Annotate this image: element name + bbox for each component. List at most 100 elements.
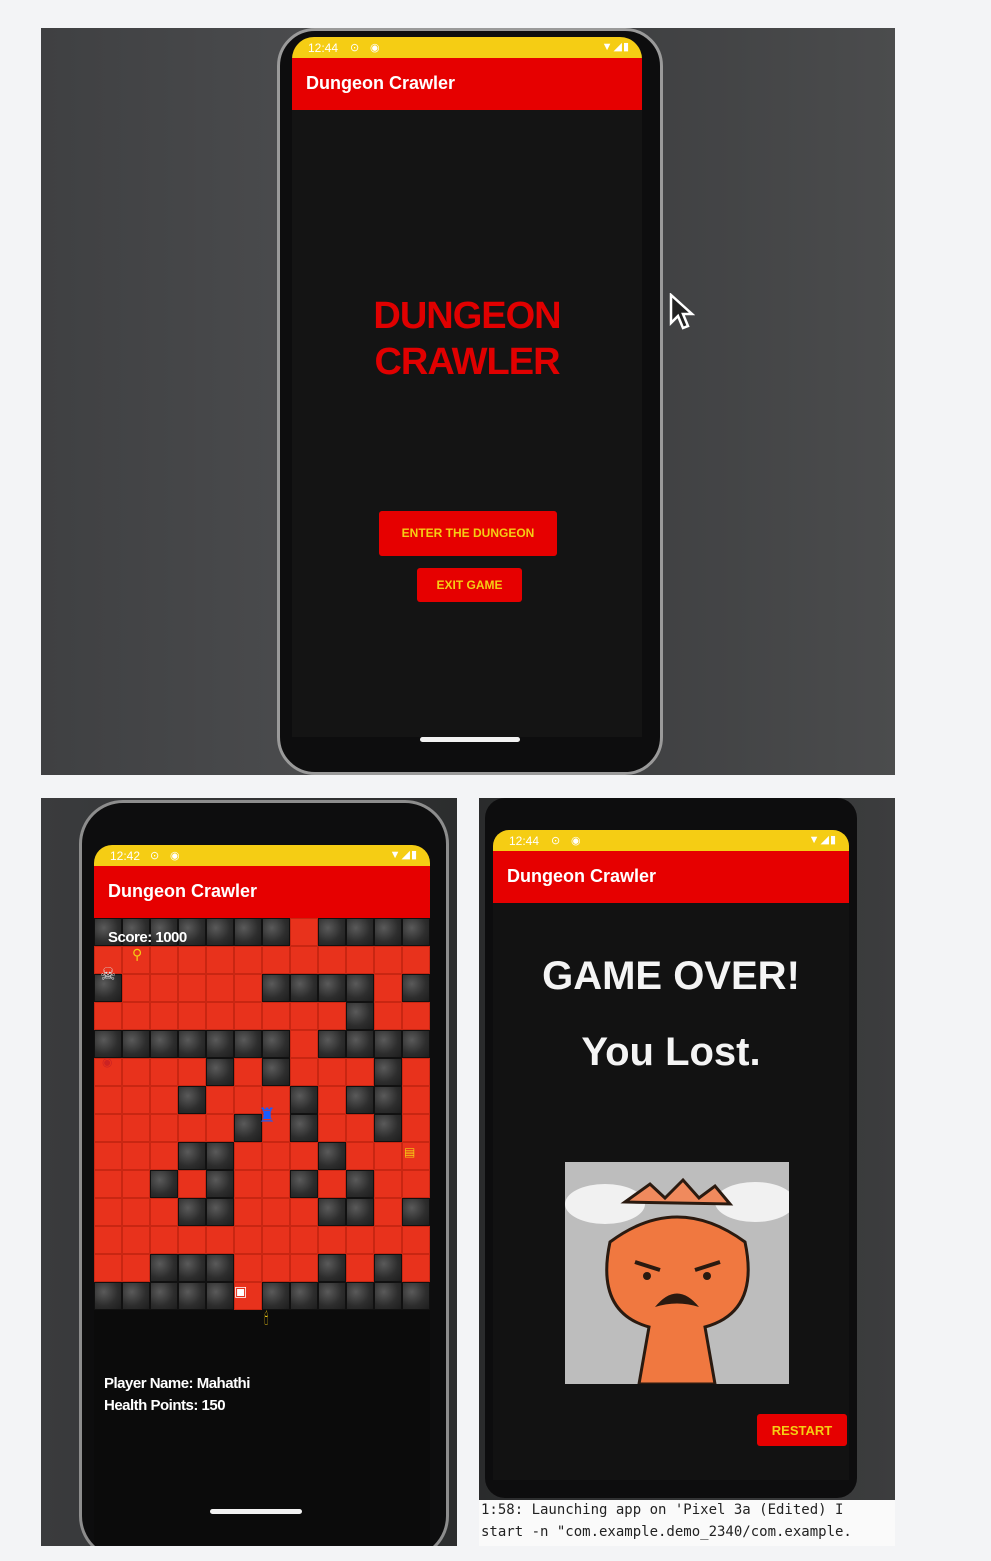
floor-tile <box>150 1086 178 1114</box>
wall-tile <box>346 1002 374 1030</box>
status-icons: ▼◢▮ <box>601 41 630 53</box>
floor-tile <box>122 1142 150 1170</box>
floor-tile <box>290 1030 318 1058</box>
floor-tile <box>94 1170 122 1198</box>
restart-button[interactable]: RESTART <box>757 1414 847 1446</box>
floor-tile <box>206 974 234 1002</box>
floor-tile <box>122 974 150 1002</box>
floor-tile <box>346 1114 374 1142</box>
floor-tile <box>206 1114 234 1142</box>
wall-tile <box>402 1030 430 1058</box>
floor-tile <box>346 1142 374 1170</box>
phone-screen: 12:44 ⊙ ◉ ▼◢▮ Dungeon Crawler DUNGEON CR… <box>292 37 642 737</box>
exit-game-button[interactable]: EXIT GAME <box>417 568 522 602</box>
floor-tile <box>122 1254 150 1282</box>
log-line: start -n "com.example.demo_2340/com.exam… <box>481 1524 852 1540</box>
floor-tile <box>178 974 206 1002</box>
status-time: 12:44 <box>308 41 339 55</box>
app-bar: Dungeon Crawler <box>292 58 642 110</box>
floor-tile <box>206 946 234 974</box>
wall-tile <box>346 918 374 946</box>
floor-tile <box>262 1002 290 1030</box>
wall-tile <box>346 1198 374 1226</box>
chest-icon: ▤ <box>404 1145 416 1159</box>
floor-tile <box>402 946 430 974</box>
wall-tile <box>374 1114 402 1142</box>
start-screen-photo: 12:44 ⊙ ◉ ▼◢▮ Dungeon Crawler DUNGEON CR… <box>41 28 895 775</box>
floor-tile <box>178 1002 206 1030</box>
floor-tile <box>122 1198 150 1226</box>
floor-tile <box>290 918 318 946</box>
sync-icon: ⊙ <box>350 42 360 54</box>
wall-tile <box>346 1086 374 1114</box>
floor-tile <box>290 1058 318 1086</box>
floor-tile <box>402 1114 430 1142</box>
wall-tile <box>178 1198 206 1226</box>
floor-tile <box>234 946 262 974</box>
floor-tile <box>150 946 178 974</box>
wall-tile <box>206 1058 234 1086</box>
home-indicator[interactable] <box>210 1509 302 1514</box>
floor-tile <box>290 946 318 974</box>
phone-device: 12:44 ⊙ ◉ ▼◢▮ Dungeon Crawler GAME OVER!… <box>485 798 857 1498</box>
floor-tile <box>402 1226 430 1254</box>
enter-dungeon-button[interactable]: ENTER THE DUNGEON <box>379 511 557 556</box>
floor-tile <box>94 1002 122 1030</box>
floor-tile <box>234 1254 262 1282</box>
floor-tile <box>402 1170 430 1198</box>
floor-tile <box>122 1170 150 1198</box>
floor-tile <box>150 1058 178 1086</box>
wall-tile <box>318 1030 346 1058</box>
floor-tile <box>374 1198 402 1226</box>
floor-tile <box>234 1142 262 1170</box>
app-title: Dungeon Crawler <box>507 866 657 886</box>
wall-tile <box>346 1170 374 1198</box>
wall-tile <box>374 1282 402 1310</box>
floor-tile <box>318 1002 346 1030</box>
wall-tile <box>262 918 290 946</box>
wall-tile <box>402 974 430 1002</box>
wall-tile <box>206 1142 234 1170</box>
floor-tile <box>234 1058 262 1086</box>
phone-screen: 12:42 ⊙ ◉ ▼◢▮ Dungeon Crawler Score: 100… <box>94 845 430 1545</box>
home-indicator[interactable] <box>420 737 520 742</box>
floor-tile <box>178 1226 206 1254</box>
wall-tile <box>206 1282 234 1310</box>
wall-tile <box>150 1170 178 1198</box>
floor-tile <box>318 1226 346 1254</box>
floor-tile <box>402 1086 430 1114</box>
wall-tile <box>178 1282 206 1310</box>
floor-tile <box>234 974 262 1002</box>
floor-tile <box>346 1254 374 1282</box>
angry-character-image <box>565 1162 795 1386</box>
floor-tile <box>150 1114 178 1142</box>
key-icon: ⚲ <box>132 946 143 962</box>
wall-tile <box>374 918 402 946</box>
floor-tile <box>318 1114 346 1142</box>
wall-tile <box>206 1170 234 1198</box>
floor-tile <box>374 1142 402 1170</box>
floor-tile <box>94 1142 122 1170</box>
wall-tile <box>402 1282 430 1310</box>
circle-icon: ◉ <box>170 850 180 862</box>
wall-tile <box>346 1030 374 1058</box>
sync-icon: ⊙ <box>551 835 561 847</box>
status-bar: 12:44 ⊙ ◉ ▼◢▮ <box>493 830 849 851</box>
wall-tile <box>318 1254 346 1282</box>
floor-tile <box>150 1002 178 1030</box>
floor-tile <box>290 1142 318 1170</box>
wall-tile <box>374 1254 402 1282</box>
wall-tile <box>374 1086 402 1114</box>
mouse-cursor-icon <box>669 293 695 330</box>
floor-tile <box>346 1058 374 1086</box>
wall-tile <box>346 974 374 1002</box>
floor-tile <box>234 1170 262 1198</box>
floor-tile <box>234 1226 262 1254</box>
exit-door-icon: ▣ <box>234 1283 248 1299</box>
headline-line2: CRAWLER <box>374 341 560 383</box>
floor-tile <box>178 1170 206 1198</box>
wall-tile <box>318 1142 346 1170</box>
floor-tile <box>150 1142 178 1170</box>
wall-tile <box>206 1030 234 1058</box>
app-bar: Dungeon Crawler <box>94 866 430 918</box>
